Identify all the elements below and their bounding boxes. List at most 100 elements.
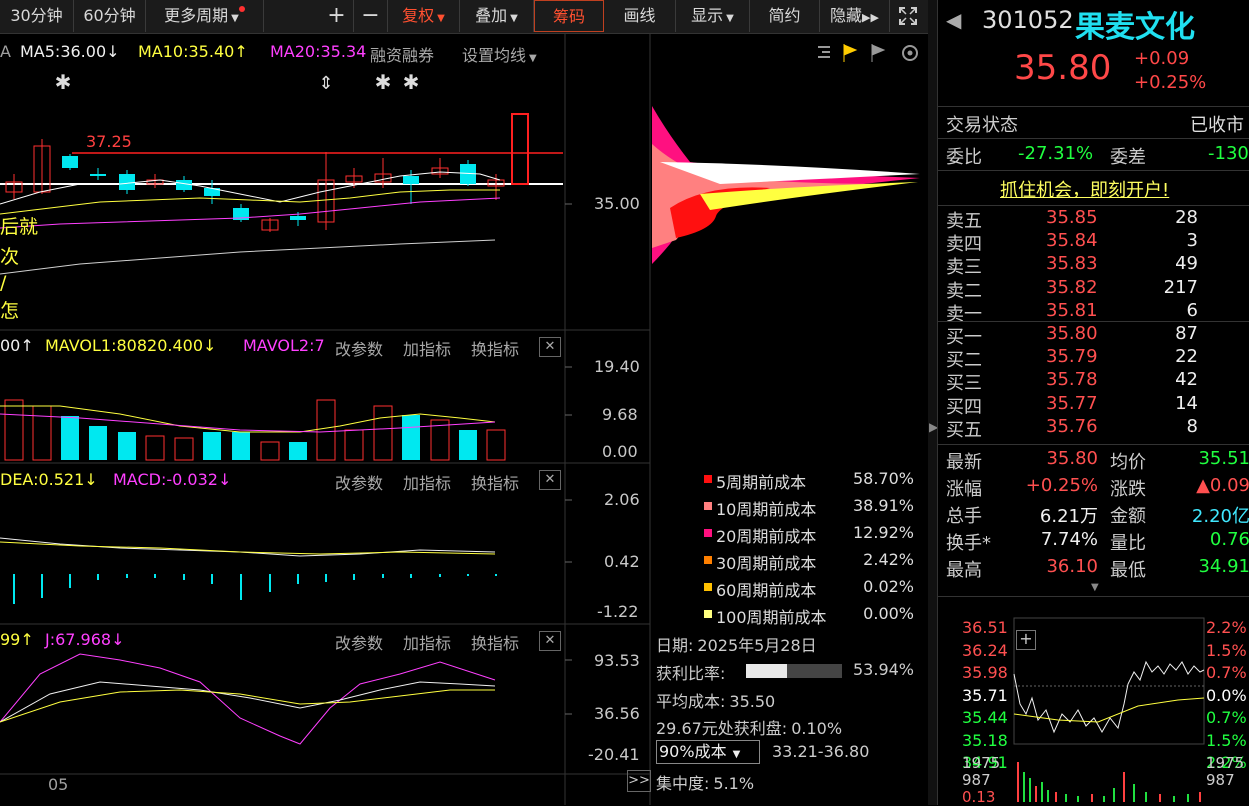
stat-row: 换手* 7.74% 量比 0.76 (938, 529, 1249, 554)
bid-row[interactable]: 买二 35.79 22 (938, 346, 1249, 371)
period-60min-button[interactable]: 60分钟 (74, 0, 146, 32)
stat-label: 换手* (946, 533, 991, 554)
cost-percent-select[interactable]: 90%成本 ▼ (656, 740, 760, 764)
candle-body (62, 156, 78, 168)
bid-row[interactable]: 买一 35.80 87 (938, 323, 1249, 348)
zoom-out-button[interactable]: − (354, 0, 388, 32)
open-account-link[interactable]: 抓住机会，即刻开户! (1000, 176, 1169, 202)
mini-add-icon[interactable]: + (1016, 630, 1036, 650)
fuquan-button[interactable]: 复权 ▼ (388, 0, 460, 32)
ask-row[interactable]: 卖五 35.85 28 (938, 207, 1249, 232)
display-button[interactable]: 显示 ▼ (676, 0, 750, 32)
ask-row[interactable]: 卖三 35.83 49 (938, 253, 1249, 278)
flag-yellow-icon[interactable] (843, 44, 858, 62)
trade-status-label: 交易状态 (946, 115, 1018, 136)
level-volume: 42 (1175, 369, 1198, 391)
vol-close-icon[interactable]: ✕ (539, 337, 561, 357)
volume-bar (89, 426, 107, 460)
prev-stock-icon[interactable]: ◀ (946, 8, 961, 32)
profit-at-price: 29.67元处获利盘: 0.10% (656, 719, 843, 738)
chart-tools (814, 42, 924, 64)
level-label: 买一 (946, 327, 982, 348)
stat-label: 总手 (946, 506, 982, 527)
candle-body (119, 174, 135, 190)
last-price: 35.80 (1014, 48, 1112, 88)
legend-pct: 58.70% (852, 469, 914, 488)
period-30min-button[interactable]: 30分钟 (0, 0, 74, 32)
simple-mode-button[interactable]: 简约 (750, 0, 820, 32)
bid-row[interactable]: 买三 35.78 42 (938, 369, 1249, 394)
avg-cost: 平均成本: 35.50 (656, 692, 776, 711)
zoom-in-button[interactable]: + (320, 0, 354, 32)
price-change-pct: +0.25% (1134, 72, 1207, 93)
chip-distribution (652, 106, 920, 264)
profit-ratio-fill (746, 664, 788, 678)
kdj-change-params[interactable]: 改参数 (335, 630, 383, 654)
mini-frame (1013, 617, 1205, 745)
stat-value: 35.51 (1198, 448, 1249, 469)
overlay-button[interactable]: 叠加 ▼ (460, 0, 534, 32)
legend-pct: 0.00% (863, 604, 914, 623)
ask-row[interactable]: 卖四 35.84 3 (938, 230, 1249, 255)
cost-legend-row: 10周期前成本 38.91% (700, 494, 922, 519)
stat-label: 涨幅 (946, 479, 982, 500)
macd-add-indicator[interactable]: 加指标 (403, 470, 451, 494)
ma10-label: MA10:35.40↑ (138, 42, 248, 61)
macd-switch-indicator[interactable]: 换指标 (471, 470, 519, 494)
vol-switch-indicator[interactable]: 换指标 (471, 336, 519, 360)
volume-bar (289, 442, 307, 460)
stat-label: 涨跌 (1110, 479, 1146, 500)
stat-row: 最高 36.10 最低 34.91 (938, 556, 1249, 581)
kdj-switch-indicator[interactable]: 换指标 (471, 630, 519, 654)
kdj-prefix: 99↑ (0, 630, 34, 649)
margin-trading-link[interactable]: 融资融券 (370, 42, 434, 66)
level-price: 35.84 (1046, 230, 1098, 252)
kdj-indicator (0, 653, 496, 745)
macd-axis-top: 2.06 (604, 490, 640, 509)
bars-icon[interactable] (818, 46, 830, 58)
level-price: 35.85 (1046, 207, 1098, 228)
volume-bar (174, 437, 194, 461)
kdj-close-icon[interactable]: ✕ (539, 631, 561, 651)
legend-pct: 12.92% (852, 523, 914, 542)
chart-area: ✱ ⇕ ✱ ✱ A MA5:36.00↓ MA10:35.40↑ MA20:35… (0, 34, 928, 805)
concentration: 集中度: 5.1% (656, 774, 755, 793)
profit-ratio-label: 获利比率: (656, 664, 726, 683)
flag-gray-icon[interactable] (871, 44, 886, 62)
more-periods-button[interactable]: 更多周期 ▼ (146, 0, 264, 32)
dea-line (0, 541, 496, 555)
bid-row[interactable]: 买四 35.77 14 (938, 393, 1249, 418)
weibi-label: 委比 (946, 147, 982, 168)
draw-line-button[interactable]: 画线 (604, 0, 676, 32)
mini-avg-line (1013, 697, 1205, 723)
kdj-add-indicator[interactable]: 加指标 (403, 630, 451, 654)
ask-row[interactable]: 卖二 35.82 217 (938, 277, 1249, 302)
chip-button[interactable]: 筹码 (534, 0, 604, 32)
vol-add-indicator[interactable]: 加指标 (403, 336, 451, 360)
panel-splitter[interactable]: ▶ (928, 0, 938, 805)
kline-chart[interactable]: ✱ ⇕ ✱ ✱ (0, 34, 928, 805)
macd-change-params[interactable]: 改参数 (335, 470, 383, 494)
gear-icon[interactable] (902, 45, 918, 61)
ma-long-line (0, 239, 496, 275)
legend-swatch (704, 583, 712, 591)
expand-double-chevron-icon[interactable]: >> (627, 770, 651, 792)
volume-bar (344, 429, 364, 461)
mini-vol-left-tick: 987 (962, 771, 991, 789)
stats-expand-icon[interactable]: ▼ (1091, 582, 1099, 593)
bid-row[interactable]: 买五 35.76 8 (938, 416, 1249, 441)
volume-bar (402, 415, 420, 460)
vol-change-params[interactable]: 改参数 (335, 336, 383, 360)
macd-close-icon[interactable]: ✕ (539, 470, 561, 490)
legend-pct: 38.91% (852, 496, 914, 515)
level-volume: 87 (1175, 323, 1198, 344)
volume-bar (145, 435, 165, 461)
ask-row[interactable]: 卖一 35.81 6 (938, 300, 1249, 325)
volume-bar (232, 432, 250, 460)
vol-axis-top: 19.40 (594, 357, 640, 376)
kdj-j-line (0, 653, 496, 745)
hide-button[interactable]: 隐藏▶▶ (820, 0, 890, 32)
set-ma-button[interactable]: 设置均线 ▼ (462, 42, 537, 66)
fullscreen-button[interactable] (890, 0, 926, 32)
mavol1-label: MAVOL1:80820.400↓ (45, 336, 217, 355)
